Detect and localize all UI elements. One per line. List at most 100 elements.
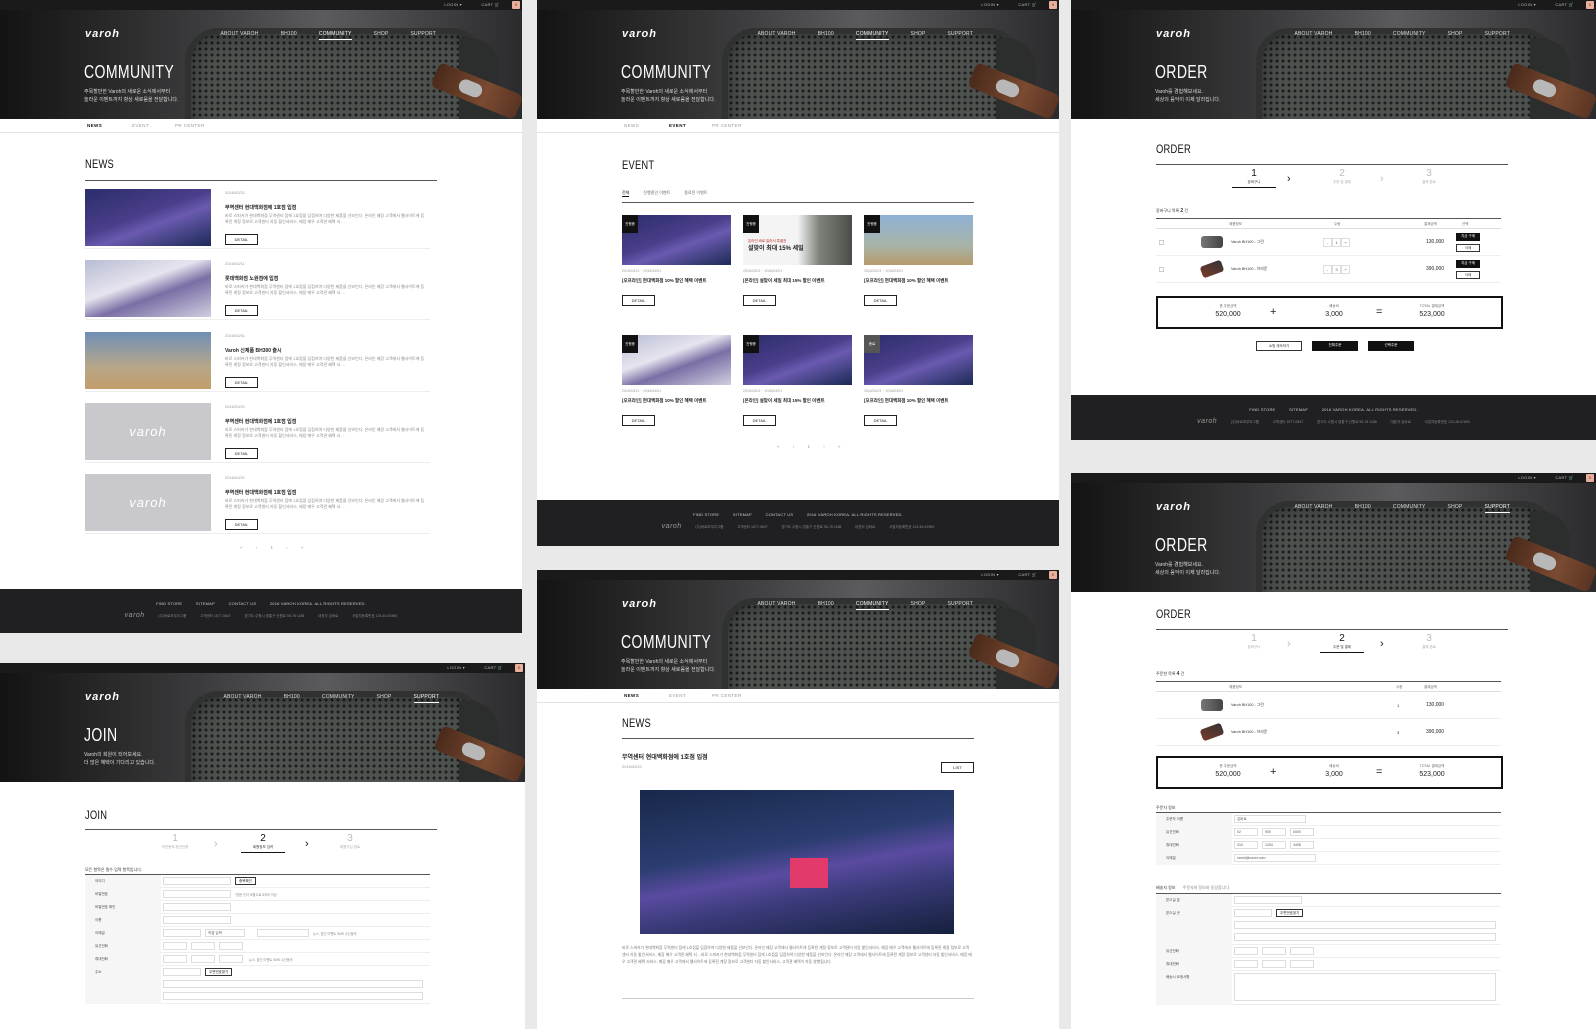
- logo[interactable]: varoh: [622, 28, 657, 40]
- footer-find-store[interactable]: FIND STORE: [693, 512, 719, 517]
- same-as-orderer-checkbox[interactable]: 주문자와 정보와 동일합니다.: [1183, 885, 1231, 890]
- email-domain-input[interactable]: [257, 929, 309, 937]
- login-link[interactable]: LOGIN ▾: [981, 2, 999, 7]
- pagination[interactable]: « ‹ 1 › »: [240, 545, 310, 550]
- phone-last-input[interactable]: [219, 942, 243, 950]
- event-thumbnail[interactable]: 종료: [864, 335, 973, 385]
- detail-button[interactable]: DETAIL: [622, 295, 655, 306]
- mobile-middle-input[interactable]: [191, 955, 215, 963]
- order-all-button[interactable]: 전체주문: [1312, 341, 1358, 351]
- mobile-prefix-select[interactable]: [163, 955, 187, 963]
- detail-button[interactable]: DETAIL: [743, 295, 776, 306]
- nav-shop[interactable]: SHOP: [911, 31, 926, 40]
- news-thumbnail[interactable]: [85, 189, 211, 246]
- detail-button[interactable]: DETAIL: [225, 519, 258, 530]
- dup-check-button[interactable]: 중복확인: [235, 877, 256, 885]
- news-thumbnail[interactable]: [85, 260, 211, 317]
- news-item[interactable]: 2016/03/01 Varoh 신제품 BH300 출시 바로 스피커가 현대…: [85, 332, 430, 392]
- phone-prefix-select[interactable]: [163, 942, 187, 950]
- nav-bh100[interactable]: BH100: [1355, 31, 1371, 39]
- nav-bh100[interactable]: BH100: [818, 601, 834, 610]
- zipcode-input[interactable]: [163, 968, 201, 976]
- nav-about[interactable]: ABOUT VAROH: [1294, 504, 1332, 513]
- event-title[interactable]: [오프라인] 현대백화점 10% 할인 혜택 이벤트: [864, 278, 949, 284]
- mobile-middle-input[interactable]: [1262, 960, 1286, 968]
- login-link[interactable]: LOGIN ▾: [444, 2, 462, 7]
- minus-icon[interactable]: -: [1323, 238, 1332, 247]
- footer-sitemap[interactable]: SITEMAP: [196, 601, 215, 606]
- event-card[interactable]: 진행중 2016/03/21 ~ 2016/04/01 [오프라인] 현대백화점…: [622, 215, 731, 310]
- detail-button[interactable]: DETAIL: [225, 448, 258, 459]
- quantity-stepper[interactable]: -1 +: [1323, 238, 1350, 247]
- quantity-value[interactable]: 3: [1332, 265, 1341, 274]
- address-detail-input[interactable]: [163, 992, 423, 1000]
- nav-shop[interactable]: SHOP: [1448, 504, 1463, 513]
- logo[interactable]: varoh: [85, 691, 120, 703]
- event-thumbnail[interactable]: 진행중: [743, 335, 852, 385]
- nav-support[interactable]: SUPPORT: [1485, 31, 1510, 39]
- quantity-stepper[interactable]: -3 +: [1323, 265, 1350, 274]
- tab-news[interactable]: NEWS: [87, 123, 102, 128]
- nav-about[interactable]: ABOUT VAROH: [757, 601, 795, 610]
- ship-request-textarea[interactable]: [1234, 973, 1496, 1001]
- news-item[interactable]: varoh 2016/03/21 무역센터 현대백화점에 1호점 입점 바로 스…: [85, 474, 430, 534]
- footer-find-store[interactable]: FIND STORE: [156, 601, 182, 606]
- nav-bh100[interactable]: BH100: [818, 31, 834, 40]
- nav-community[interactable]: COMMUNITY: [318, 31, 352, 40]
- nav-about[interactable]: ABOUT VAROH: [1294, 31, 1332, 39]
- news-title[interactable]: 무역센터 현대백화점에 1호점 입점: [225, 204, 296, 211]
- event-thumbnail[interactable]: 진행중: [864, 215, 973, 265]
- phone-prefix-select[interactable]: 02: [1234, 828, 1258, 836]
- nav-community[interactable]: COMMUNITY: [322, 694, 355, 703]
- filter-ended[interactable]: 종료된 이벤트: [684, 190, 707, 197]
- mobile-last-input[interactable]: [219, 955, 243, 963]
- order-selected-button[interactable]: 선택주문: [1368, 341, 1414, 351]
- detail-button[interactable]: DETAIL: [225, 377, 258, 388]
- tab-pr-center[interactable]: PR CENTER: [712, 693, 742, 698]
- id-input[interactable]: [163, 877, 231, 885]
- phone-middle-input[interactable]: 900: [1262, 828, 1286, 836]
- sms-consent[interactable]: 뉴스, 할인 이벤트 SMS 수신동의: [249, 957, 293, 962]
- event-card[interactable]: 진행중 2016/03/21 ~ 2016/04/01 [온라인] 설맞이 세일…: [743, 335, 852, 430]
- event-title[interactable]: [오프라인] 현대백화점 10% 할인 혜택 이벤트: [622, 278, 707, 284]
- nav-about[interactable]: ABOUT VAROH: [223, 694, 261, 703]
- event-title[interactable]: [오프라인] 현대백화점 10% 할인 혜택 이벤트: [864, 398, 949, 404]
- zipcode-search-button[interactable]: 우편번호찾기: [1276, 909, 1304, 917]
- detail-button[interactable]: DETAIL: [743, 415, 776, 426]
- footer-contact[interactable]: CONTACT US: [766, 512, 794, 517]
- email-sms-consent[interactable]: 뉴스, 할인 이벤트 SMS 수신동의: [313, 931, 357, 936]
- cart-link[interactable]: CART 🛒: [1018, 2, 1037, 7]
- orderer-email-input[interactable]: varoh@naver.com: [1234, 854, 1316, 862]
- event-thumbnail[interactable]: 진행중: [622, 215, 731, 265]
- mobile-middle-input[interactable]: 1234: [1262, 841, 1286, 849]
- footer-contact[interactable]: CONTACT US: [229, 601, 257, 606]
- news-title[interactable]: 무역센터 현대백화점에 1호점 입점: [225, 489, 296, 496]
- tab-news[interactable]: NEWS: [624, 123, 639, 128]
- login-link[interactable]: LOGIN ▾: [1518, 475, 1536, 480]
- event-title[interactable]: [온라인] 설맞이 세일 최대 15% 할인 이벤트: [743, 398, 825, 404]
- news-thumbnail-placeholder[interactable]: varoh: [85, 403, 211, 460]
- cart-link[interactable]: CART 🛒: [1018, 572, 1037, 577]
- nav-shop[interactable]: SHOP: [911, 601, 926, 610]
- news-title[interactable]: Varoh 신제품 BH300 출시: [225, 347, 282, 354]
- buy-now-button[interactable]: 지금 구매: [1456, 233, 1480, 241]
- nav-community[interactable]: COMMUNITY: [1393, 504, 1426, 513]
- delete-button[interactable]: 삭제: [1456, 244, 1480, 252]
- nav-community[interactable]: COMMUNITY: [855, 601, 889, 610]
- footer-sitemap[interactable]: SITEMAP: [1289, 407, 1308, 412]
- nav-bh100[interactable]: BH100: [284, 694, 300, 703]
- logo[interactable]: varoh: [1156, 501, 1191, 513]
- plus-icon[interactable]: +: [1341, 238, 1350, 247]
- pagination[interactable]: « ‹ 1 › »: [777, 444, 847, 449]
- quantity-value[interactable]: 1: [1332, 238, 1341, 247]
- footer-sitemap[interactable]: SITEMAP: [733, 512, 752, 517]
- delete-button[interactable]: 삭제: [1456, 271, 1480, 279]
- plus-icon[interactable]: +: [1341, 265, 1350, 274]
- minus-icon[interactable]: -: [1323, 265, 1332, 274]
- event-card[interactable]: 종료 2016/03/21 ~ 2016/04/01 [오프라인] 현대백화점 …: [864, 335, 973, 430]
- nav-community[interactable]: COMMUNITY: [855, 31, 889, 40]
- tab-event[interactable]: EVENT: [132, 123, 149, 128]
- name-input[interactable]: [163, 916, 231, 924]
- phone-last-input[interactable]: 0000: [1290, 828, 1314, 836]
- nav-support[interactable]: SUPPORT: [948, 601, 973, 610]
